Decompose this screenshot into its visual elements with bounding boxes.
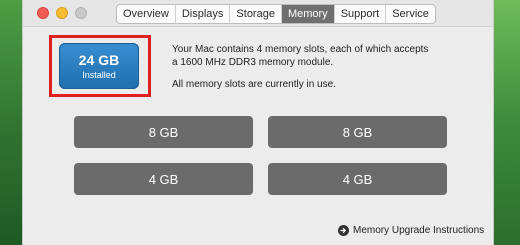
tab-displays[interactable]: Displays (174, 5, 230, 23)
tab-memory[interactable]: Memory (280, 5, 334, 23)
memory-status: All memory slots are currently in use. (172, 79, 336, 90)
about-this-mac-window: Overview Displays Storage Memory Support… (22, 0, 494, 245)
memory-slot-4: 4 GB (268, 163, 447, 195)
memory-upgrade-instructions-link[interactable]: Memory Upgrade Instructions (338, 223, 484, 237)
tab-service[interactable]: Service (385, 5, 435, 23)
minimize-window-button[interactable] (56, 7, 68, 19)
memory-slot-1: 8 GB (74, 116, 253, 148)
arrow-circle-right-icon (338, 224, 349, 236)
tab-bar: Overview Displays Storage Memory Support… (116, 4, 436, 24)
zoom-window-button[interactable] (75, 7, 87, 19)
memory-slot-3: 4 GB (74, 163, 253, 195)
desktop-background-right (494, 0, 520, 245)
tab-support[interactable]: Support (333, 5, 386, 23)
tab-overview[interactable]: Overview (117, 5, 175, 23)
highlight-annotation-box (49, 35, 151, 97)
close-window-button[interactable] (37, 7, 49, 19)
memory-description: Your Mac contains 4 memory slots, each o… (172, 43, 472, 91)
desktop-background-left (0, 0, 22, 245)
upgrade-link-label[interactable]: Memory Upgrade Instructions (353, 225, 484, 236)
titlebar: Overview Displays Storage Memory Support… (23, 0, 493, 27)
description-line-2: a 1600 MHz DDR3 memory module. (172, 57, 334, 68)
memory-slot-2: 8 GB (268, 116, 447, 148)
tab-storage[interactable]: Storage (229, 5, 281, 23)
description-line-1: Your Mac contains 4 memory slots, each o… (172, 44, 429, 55)
